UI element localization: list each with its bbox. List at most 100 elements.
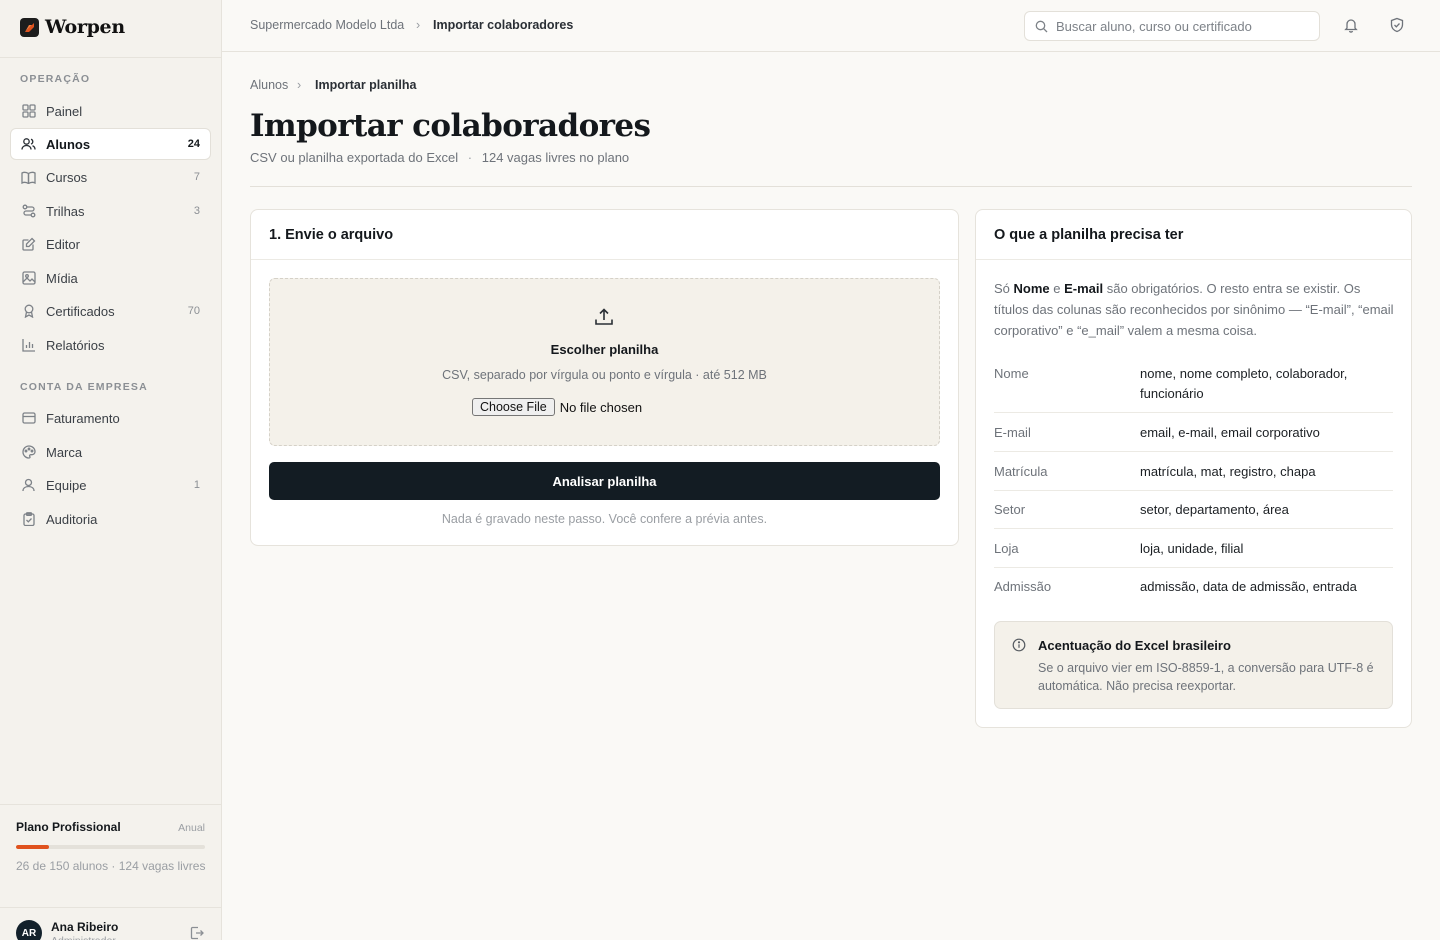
sidebar-item-auditoria[interactable]: Auditoria — [10, 503, 211, 535]
card-title: O que a planilha precisa ter — [976, 210, 1411, 260]
count-badge: 1 — [193, 479, 200, 491]
note-title: Acentuação do Excel brasileiro — [1038, 638, 1231, 653]
edit-icon — [21, 237, 36, 252]
user-icon — [21, 478, 36, 493]
sidebar-item-label: Cursos — [46, 169, 88, 185]
sidebar-item-label: Faturamento — [46, 410, 120, 426]
credit-card-icon — [21, 411, 36, 426]
mapping-field: E-mail — [994, 425, 1031, 440]
header-divider — [250, 186, 1412, 187]
award-icon — [21, 304, 36, 319]
sidebar-item-certificados[interactable]: Certificados 70 — [10, 295, 211, 327]
plan-title: Plano Profissional — [16, 820, 121, 834]
file-input[interactable]: Choose File No file chosen — [472, 398, 642, 416]
chevron-right-icon: › — [416, 18, 421, 32]
count-badge: 3 — [193, 205, 200, 217]
subtitle-format: CSV ou planilha exportada do Excel — [250, 150, 459, 165]
required-field-name: Nome — [1013, 281, 1050, 296]
mapping-field: Nome — [994, 366, 1029, 381]
user-name: Ana Ribeiro — [51, 920, 119, 934]
sidebar-item-cursos[interactable]: Cursos 7 — [10, 161, 211, 193]
sidebar-item-label: Mídia — [46, 270, 78, 286]
bell-icon[interactable] — [1343, 17, 1359, 36]
sidebar-item-midia[interactable]: Mídia — [10, 262, 211, 294]
mapping-field: Admissão — [994, 579, 1052, 594]
image-icon — [21, 271, 36, 286]
sidebar-item-faturamento[interactable]: Faturamento — [10, 402, 211, 434]
plan-usage-bar — [16, 845, 205, 849]
sidebar: Worpen OPERAÇÃO Painel Alunos 24 Cursos … — [0, 0, 222, 940]
sidebar-item-relatorios[interactable]: Relatórios — [10, 329, 211, 361]
sidebar-item-label: Marca — [46, 444, 83, 460]
subtitle-slots: 124 vagas livres no plano — [481, 150, 630, 165]
mapping-synonyms: nome, nome completo, colaborador, funcio… — [1140, 366, 1348, 401]
sidebar-item-label: Relatórios — [46, 337, 105, 353]
page-subtitle: CSV ou planilha exportada do Excel · 124… — [250, 150, 629, 165]
mapping-field: Loja — [994, 541, 1019, 556]
section-label-operacao: OPERAÇÃO — [20, 73, 91, 85]
brand-name: Worpen — [45, 16, 125, 38]
plan-description: 26 de 150 alunos · 124 vagas livres — [16, 859, 206, 873]
intro-text: e — [1049, 281, 1065, 296]
sidebar-item-editor[interactable]: Editor — [10, 228, 211, 260]
mapping-synonyms: email, e-mail, email corporativo — [1140, 425, 1320, 440]
search-input[interactable] — [1056, 18, 1309, 34]
chevron-right-icon: › — [297, 78, 302, 92]
count-badge: 70 — [187, 305, 200, 317]
count-badge: 7 — [193, 171, 200, 183]
note-text: Se o arquivo vier em ISO-8859-1, a conve… — [1038, 661, 1374, 693]
sidebar-item-label: Alunos — [46, 136, 91, 152]
logo-icon — [20, 17, 39, 37]
analyze-button[interactable]: Analisar planilha — [269, 462, 940, 500]
mapping-field: Matrícula — [994, 464, 1048, 479]
subtitle-separator: · — [467, 150, 473, 165]
logout-icon[interactable] — [190, 926, 204, 940]
sidebar-item-label: Equipe — [46, 477, 87, 493]
mapping-synonyms: setor, departamento, área — [1140, 502, 1289, 517]
brand-logo[interactable]: Worpen — [20, 16, 125, 38]
sidebar-divider — [0, 57, 221, 58]
clipboard-check-icon — [21, 512, 36, 527]
sidebar-item-marca[interactable]: Marca — [10, 436, 211, 468]
grid-icon — [21, 104, 36, 119]
mapping-field: Setor — [994, 502, 1026, 517]
book-icon — [21, 170, 36, 185]
breadcrumb-company[interactable]: Supermercado Modelo Ltda — [250, 18, 404, 32]
plan-usage-fill — [16, 845, 49, 849]
choose-file-button[interactable]: Choose File — [472, 398, 555, 416]
requirements-card: O que a planilha precisa ter Só Nome e E… — [975, 209, 1412, 728]
dropzone-description: CSV, separado por vírgula ou ponto e vír… — [442, 368, 767, 382]
upload-hint: Nada é gravado neste passo. Você confere… — [441, 512, 768, 526]
search-icon — [1035, 20, 1048, 33]
sidebar-item-alunos[interactable]: Alunos 24 — [10, 128, 211, 160]
dropzone[interactable]: Escolher planilha CSV, separado por vírg… — [269, 278, 940, 446]
search-box[interactable] — [1024, 11, 1320, 41]
mapping-row: Setor setor, departamento, área — [994, 500, 1393, 529]
sidebar-item-label: Trilhas — [46, 203, 85, 219]
sidebar-item-trilhas[interactable]: Trilhas 3 — [10, 195, 211, 227]
shield-check-icon[interactable] — [1389, 17, 1405, 36]
file-status: No file chosen — [559, 399, 643, 415]
sidebar-item-label: Editor — [46, 236, 80, 252]
required-field-email: E-mail — [1064, 281, 1104, 296]
sidebar-divider — [0, 804, 221, 805]
intro-text: Só — [994, 281, 1014, 296]
page-title: Importar colaboradores — [250, 108, 651, 144]
mapping-row: Loja loja, unidade, filial — [994, 539, 1393, 568]
avatar[interactable]: AR — [16, 920, 42, 940]
breadcrumb-parent[interactable]: Alunos — [250, 78, 288, 92]
sidebar-item-equipe[interactable]: Equipe 1 — [10, 469, 211, 501]
card-title: 1. Envie o arquivo — [251, 210, 958, 260]
sidebar-item-painel[interactable]: Painel — [10, 95, 211, 127]
count-badge: 24 — [187, 138, 200, 150]
mapping-row: Nome nome, nome completo, colaborador, f… — [994, 364, 1393, 413]
mapping-synonyms: loja, unidade, filial — [1140, 541, 1244, 556]
info-icon — [1012, 638, 1026, 655]
requirements-intro: Só Nome e E-mail são obrigatórios. O res… — [994, 278, 1394, 341]
sidebar-item-label: Auditoria — [46, 511, 98, 527]
breadcrumb-current: Importar colaboradores — [433, 18, 574, 32]
plan-period: Anual — [178, 822, 205, 834]
mapping-row: E-mail email, e-mail, email corporativo — [994, 423, 1393, 452]
sidebar-divider — [0, 907, 221, 908]
section-label-conta: CONTA DA EMPRESA — [20, 381, 148, 393]
